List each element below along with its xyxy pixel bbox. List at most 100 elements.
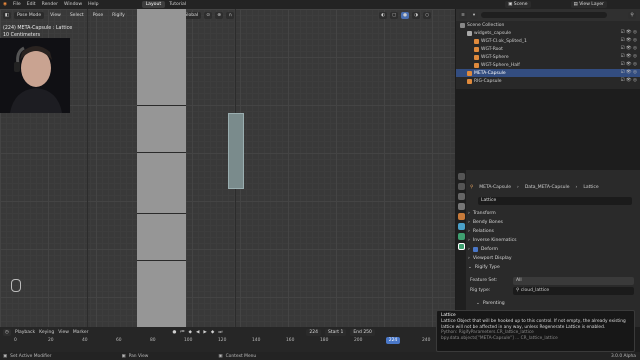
view-layer-selector[interactable]: ▤ View Layer (570, 1, 607, 8)
menu-view[interactable]: View (47, 12, 64, 19)
snap-icon[interactable]: ⊕ (215, 11, 224, 19)
bone-constraint-tab-icon[interactable] (457, 243, 465, 250)
prev-key-icon[interactable]: ◆ (188, 330, 191, 335)
scene-selector[interactable]: ▣ Scene (505, 1, 531, 8)
menu-edit[interactable]: Edit (24, 2, 39, 7)
breadcrumb-sep-icon: › (517, 184, 519, 190)
outliner-search-input[interactable] (481, 12, 607, 18)
menu-help[interactable]: Help (85, 2, 101, 7)
3d-viewport[interactable]: ◧ Pose Mode View Select Pose Rigify Glob… (0, 9, 455, 327)
panel-viewport-display[interactable]: › Viewport Display (468, 254, 512, 263)
filter-icon[interactable]: ⚲ (628, 11, 636, 19)
editor-type-icon[interactable]: ◧ (3, 11, 11, 19)
status-left: Set Active Modifier (10, 353, 52, 359)
menu-pose[interactable]: Pose (90, 12, 106, 19)
play-icon[interactable]: ▶ (203, 330, 206, 335)
menu-window[interactable]: Window (61, 2, 85, 7)
timeline-editor-type-icon[interactable]: ◷ (3, 328, 11, 336)
editor-type-icon[interactable]: ≡ (459, 11, 467, 19)
tooltip-python: bpy.data.objects["META-Capsule"] ... CR_… (441, 336, 558, 342)
menu-playback[interactable]: Playback (15, 330, 35, 335)
chevron-right-icon: › (468, 229, 470, 234)
pivot-icon[interactable]: ⊙ (204, 11, 213, 19)
panel-bendy-bones[interactable]: › Bendy Bones (468, 218, 503, 227)
rig-type-field[interactable]: ⚲ cloud_lattice (513, 287, 634, 295)
panel-transform[interactable]: › Transform (468, 209, 496, 218)
feature-set-dropdown[interactable]: All (513, 277, 634, 285)
visibility-toggle-icons[interactable]: ☑ 👁 ◎ (620, 30, 637, 35)
mouse-right-icon: ▣ (218, 353, 223, 359)
deform-checkbox[interactable] (472, 247, 478, 252)
start-frame-field[interactable]: Start 1 (325, 328, 347, 336)
outliner-row[interactable]: Scene Collection (456, 21, 640, 29)
menu-keying[interactable]: Keying (39, 330, 54, 335)
panel-relations[interactable]: › Relations (468, 227, 494, 236)
material-shading-icon[interactable]: ◑ (412, 11, 421, 19)
chevron-right-icon: › (468, 220, 470, 225)
output-tab-icon[interactable] (457, 193, 465, 200)
playhead[interactable]: 224 (386, 337, 400, 344)
panel-rigify-type[interactable]: ⌄ Rigify Type (468, 263, 500, 272)
tool-tab-icon[interactable] (457, 173, 465, 180)
menu-marker[interactable]: Marker (73, 330, 89, 335)
rendered-shading-icon[interactable]: ○ (423, 11, 432, 19)
render-tab-icon[interactable] (457, 183, 465, 190)
menu-render[interactable]: Render (39, 2, 61, 7)
menu-rigify[interactable]: Rigify (109, 12, 128, 19)
mode-dropdown[interactable]: Pose Mode (14, 11, 45, 19)
jump-start-icon[interactable]: ⏮ (180, 329, 184, 335)
outliner-row[interactable]: widgets_capsule ☑ 👁 ◎ (456, 29, 640, 37)
magnet-icon[interactable]: ∩ (226, 11, 235, 19)
blender-logo-icon[interactable]: ◉ (0, 2, 10, 7)
end-frame-field[interactable]: End 250 (350, 328, 375, 336)
visibility-toggle-icons[interactable]: ☑ 👁 ◎ (620, 78, 637, 83)
outliner-row[interactable]: WGT-Sphere_Half ☑ 👁 ◎ (456, 61, 640, 69)
outliner-row[interactable]: WGT-Sphere ☑ 👁 ◎ (456, 53, 640, 61)
viewport-object-info: (224) META-Capsule : Lattice (3, 26, 73, 31)
chevron-right-icon: › (468, 247, 470, 252)
solid-shading-icon[interactable]: ● (401, 11, 410, 19)
timeline-header: ◷ Playback Keying View Marker ● ⏮ ◆ ◀ ▶ … (0, 327, 455, 337)
visibility-toggle-icons[interactable]: ☑ 👁 ◎ (620, 38, 637, 43)
outliner-row-label: META-Capsule (474, 70, 506, 76)
lattice-object[interactable] (228, 113, 244, 189)
object-type-icon (474, 46, 479, 52)
bone-name-field[interactable]: Lattice (478, 197, 632, 205)
object-tab-icon[interactable] (457, 213, 465, 220)
visibility-toggle-icons[interactable]: ☑ 👁 ◎ (620, 70, 637, 75)
bone-shape-gray-column[interactable] (137, 9, 186, 327)
outliner[interactable]: ≡ ▾ ⚲ Scene Collection widgets_capsule ☑ 👁… (456, 9, 640, 89)
jump-end-icon[interactable]: ⏭ (218, 329, 222, 335)
object-type-icon (467, 70, 472, 76)
menu-file[interactable]: File (10, 2, 24, 7)
panel-deform[interactable]: › Deform (468, 245, 498, 254)
tab-tutorial[interactable]: Tutorial (165, 1, 190, 8)
tab-layout[interactable]: Layout (141, 1, 166, 8)
panel-parenting[interactable]: ⌄ Parenting (476, 299, 505, 308)
constraint-tab-icon[interactable] (457, 223, 465, 230)
visibility-toggle-icons[interactable]: ☑ 👁 ◎ (620, 54, 637, 59)
outliner-row[interactable]: META-Capsule ☑ 👁 ◎ (456, 69, 640, 77)
visibility-toggle-icons[interactable]: ☑ 👁 ◎ (620, 46, 637, 51)
outliner-header: ≡ ▾ ⚲ (456, 9, 640, 21)
overlay-icon[interactable]: ◐ (379, 11, 388, 19)
outliner-row[interactable]: RIG-Capsule ☑ 👁 ◎ (456, 77, 640, 85)
menu-select[interactable]: Select (67, 12, 87, 19)
play-reverse-icon[interactable]: ◀ (196, 330, 199, 335)
xray-icon[interactable]: ▢ (390, 11, 399, 19)
outliner-row-label: RIG-Capsule (474, 78, 502, 84)
object-type-icon (474, 54, 479, 60)
display-mode-icon[interactable]: ▾ (470, 11, 478, 19)
record-icon[interactable]: ● (172, 330, 176, 335)
menu-view[interactable]: View (58, 330, 69, 335)
bone-tab-icon[interactable] (457, 233, 465, 240)
visibility-toggle-icons[interactable]: ☑ 👁 ◎ (620, 62, 637, 67)
timeline-tick-label: 60 (116, 338, 122, 343)
current-frame-field[interactable]: 224 (306, 328, 321, 336)
outliner-row[interactable]: WGT-Root ☑ 👁 ◎ (456, 45, 640, 53)
next-key-icon[interactable]: ◆ (211, 330, 214, 335)
timeline-tick-label: 100 (184, 338, 193, 343)
panel-inverse-kinematics[interactable]: › Inverse Kinematics (468, 236, 517, 245)
scene-tab-icon[interactable] (457, 203, 465, 210)
outliner-row[interactable]: WGT-Cl.ok_Splited_1 ☑ 👁 ◎ (456, 37, 640, 45)
